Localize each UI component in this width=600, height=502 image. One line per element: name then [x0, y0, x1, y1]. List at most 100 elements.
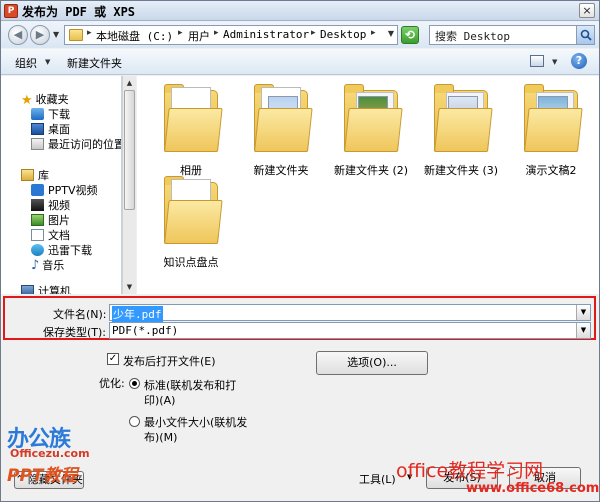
file-name: 新建文件夹 [253, 164, 309, 177]
filename-field[interactable]: 少年.pdf ▼ [109, 304, 591, 322]
nav-label: 文档 [48, 229, 70, 242]
scroll-up-icon[interactable]: ▲ [124, 77, 135, 89]
publish-pdf-dialog: P 发布为 PDF 或 XPS × ◀ ▶ ▼ ▸ 本地磁盘 (C:) ▸ 用户… [0, 0, 600, 502]
nav-music[interactable]: ♪ 音乐 [31, 258, 64, 274]
star-icon: ★ [21, 93, 33, 108]
chevron-right-icon[interactable]: ▸ [214, 28, 219, 38]
address-row: ◀ ▶ ▼ ▸ 本地磁盘 (C:) ▸ 用户 ▸ Administrator ▸… [1, 22, 599, 48]
video-icon [31, 199, 44, 211]
chevron-right-icon[interactable]: ▸ [87, 28, 92, 38]
nav-label: PPTV视频 [48, 184, 98, 197]
file-list: 相册 新建文件夹 新建文件夹 (2) 新建文件夹 (3) 演示文稿2 知识点盘点 [137, 76, 599, 294]
file-item[interactable]: 新建文件夹 [241, 84, 321, 178]
nav-label: 音乐 [42, 259, 65, 272]
chevron-down-icon[interactable]: ▼ [45, 58, 50, 66]
search-icon[interactable] [576, 26, 594, 44]
desktop-icon [31, 123, 44, 135]
title-bar: P 发布为 PDF 或 XPS × [1, 1, 599, 21]
open-after-label[interactable]: 发布后打开文件(E) [123, 353, 216, 369]
minimum-size-radio[interactable] [129, 416, 140, 427]
nav-label: 计算机 [38, 285, 71, 294]
folder-icon [434, 84, 493, 154]
xunlei-icon [31, 244, 44, 256]
nav-label: 图片 [48, 214, 70, 227]
nav-favorites[interactable]: ★ 收藏夹 [21, 92, 69, 108]
nav-label: 迅雷下载 [48, 244, 92, 257]
forward-button[interactable]: ▶ [30, 25, 50, 45]
chevron-right-icon[interactable]: ▸ [311, 28, 316, 38]
nav-videos[interactable]: 视频 [31, 198, 70, 214]
app-icon: P [4, 4, 18, 18]
open-after-checkbox[interactable]: ✓ [107, 353, 119, 365]
nav-label: 视频 [48, 199, 70, 212]
standard-label-line1[interactable]: 标准(联机发布和打 [144, 377, 236, 393]
file-item[interactable]: 演示文稿2 [511, 84, 591, 178]
recent-places-icon [31, 138, 44, 150]
organize-menu[interactable]: 组织 [15, 55, 37, 71]
computer-icon [21, 285, 34, 294]
nav-pictures[interactable]: 图片 [31, 213, 70, 229]
folder-icon [524, 84, 583, 154]
search-input[interactable]: 搜索 Desktop [429, 25, 595, 45]
view-options-icon[interactable] [530, 55, 544, 67]
new-folder-button[interactable]: 新建文件夹 [67, 55, 122, 71]
address-bar[interactable]: ▸ 本地磁盘 (C:) ▸ 用户 ▸ Administrator ▸ Deskt… [64, 25, 398, 45]
breadcrumb-administrator[interactable]: Administrator [223, 28, 309, 41]
nav-libraries[interactable]: 库 [21, 168, 49, 184]
standard-label-line2[interactable]: 印)(A) [144, 392, 175, 408]
minimum-size-label-line1[interactable]: 最小文件大小(联机发 [144, 414, 247, 430]
scroll-thumb[interactable] [124, 90, 135, 210]
optimize-label: 优化: [99, 377, 125, 390]
chevron-down-icon[interactable]: ▼ [576, 323, 590, 338]
file-name: 新建文件夹 (3) [423, 164, 499, 177]
tools-menu[interactable]: 工具(L) [359, 471, 396, 487]
window-title: 发布为 PDF 或 XPS [22, 5, 136, 19]
back-button[interactable]: ◀ [8, 25, 28, 45]
nav-recent[interactable]: 最近访问的位置 [31, 137, 122, 153]
nav-pptv[interactable]: PPTV视频 [31, 183, 98, 199]
scroll-down-icon[interactable]: ▼ [124, 281, 135, 293]
nav-desktop[interactable]: 桌面 [31, 122, 70, 138]
nav-computer[interactable]: 计算机 [21, 284, 71, 294]
file-name: 演示文稿2 [525, 164, 577, 177]
breadcrumb-drive[interactable]: 本地磁盘 (C:) [96, 28, 173, 44]
chevron-down-icon[interactable]: ▼ [552, 58, 557, 66]
watermark-office: office教程学习网 [396, 460, 544, 482]
savetype-select[interactable]: PDF(*.pdf) ▼ [109, 322, 591, 339]
recent-pages-dropdown[interactable]: ▼ [53, 30, 59, 39]
breadcrumb-users[interactable]: 用户 [188, 28, 210, 44]
filename-label: 文件名(N): [53, 308, 107, 321]
file-name: 知识点盘点 [163, 256, 219, 269]
nav-label: 下载 [48, 108, 70, 121]
address-dropdown-icon[interactable]: ▼ [388, 29, 394, 38]
folder-icon [164, 84, 223, 154]
nav-xunlei[interactable]: 迅雷下载 [31, 243, 92, 259]
file-item[interactable]: 相册 [151, 84, 231, 178]
options-button[interactable]: 选项(O)... [316, 351, 428, 375]
pptv-icon [31, 184, 44, 196]
chevron-right-icon[interactable]: ▸ [178, 28, 183, 38]
file-item[interactable]: 新建文件夹 (2) [331, 84, 411, 178]
chevron-down-icon[interactable]: ▼ [576, 305, 590, 320]
toolbar: 组织 ▼ 新建文件夹 ▼ ? [1, 49, 599, 75]
file-item[interactable]: 知识点盘点 [151, 176, 231, 270]
file-item[interactable]: 新建文件夹 (3) [421, 84, 501, 178]
savetype-label: 保存类型(T): [43, 326, 107, 339]
help-icon[interactable]: ? [571, 53, 587, 69]
nav-downloads[interactable]: 下载 [31, 107, 70, 123]
breadcrumb-desktop[interactable]: Desktop [320, 28, 366, 41]
chevron-right-icon[interactable]: ▸ [371, 28, 376, 38]
document-icon [31, 229, 44, 241]
minimum-size-label-line2[interactable]: 布)(M) [144, 429, 177, 445]
nav-scrollbar[interactable]: ▲ ▼ [122, 76, 136, 294]
watermark-ppt: PPT教程 [7, 466, 78, 486]
watermark-domain: Officezu.com [10, 447, 90, 460]
nav-documents[interactable]: 文档 [31, 228, 70, 244]
standard-radio[interactable] [129, 378, 140, 389]
watermark-office-url: www.office68.com [466, 481, 600, 496]
refresh-button[interactable]: ⟲ [401, 26, 419, 44]
close-button[interactable]: × [579, 3, 595, 18]
nav-label: 最近访问的位置 [48, 138, 122, 151]
nav-label: 桌面 [48, 123, 70, 136]
folder-icon [254, 84, 313, 154]
